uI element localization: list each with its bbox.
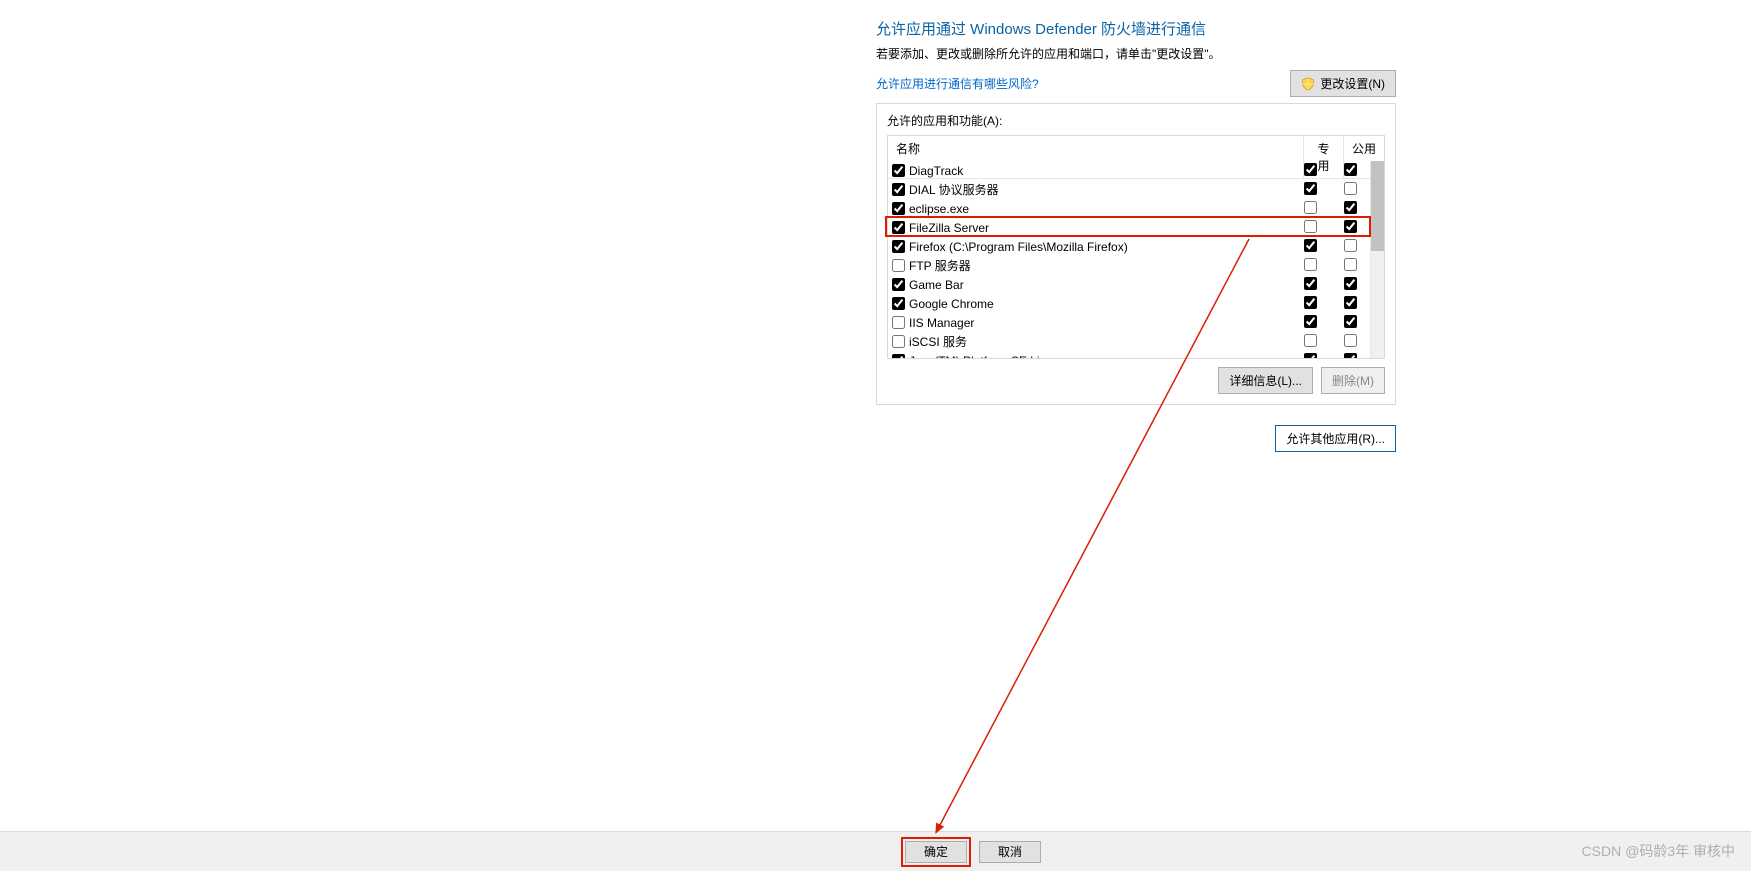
risk-link[interactable]: 允许应用进行通信有哪些风险? [876,75,1039,92]
row-enable-checkbox[interactable] [892,183,905,196]
scroll-thumb[interactable] [1371,161,1384,251]
change-settings-button[interactable]: 更改设置(N) [1290,70,1396,97]
row-private-checkbox[interactable] [1304,239,1317,252]
page-title: 允许应用通过 Windows Defender 防火墙进行通信 [876,18,1396,39]
table-row[interactable]: IIS Manager [888,313,1370,332]
row-public-checkbox[interactable] [1344,353,1357,359]
row-enable-checkbox[interactable] [892,316,905,329]
row-public-checkbox[interactable] [1344,258,1357,271]
row-name-label: DiagTrack [909,164,963,178]
content-area: 允许应用通过 Windows Defender 防火墙进行通信 若要添加、更改或… [355,0,1396,452]
row-enable-checkbox[interactable] [892,164,905,177]
allowed-apps-groupbox: 允许的应用和功能(A): 名称 专用 公用 DiagTrackDIAL 协议服务… [876,103,1396,405]
row-name-label: eclipse.exe [909,202,969,216]
table-row[interactable]: Java(TM) Platform SE binary [888,351,1370,358]
row-private-checkbox[interactable] [1304,353,1317,359]
row-public-checkbox[interactable] [1344,277,1357,290]
table-row[interactable]: FTP 服务器 [888,256,1370,275]
row-enable-checkbox[interactable] [892,221,905,234]
table-row[interactable]: Game Bar [888,275,1370,294]
row-private-checkbox[interactable] [1304,315,1317,328]
row-private-checkbox[interactable] [1304,277,1317,290]
row-private-checkbox[interactable] [1304,334,1317,347]
row-private-checkbox[interactable] [1304,201,1317,214]
allow-other-app-button[interactable]: 允许其他应用(R)... [1275,425,1396,452]
row-name-label: FTP 服务器 [909,257,971,274]
row-name-label: Google Chrome [909,297,994,311]
row-private-checkbox[interactable] [1304,258,1317,271]
row-enable-checkbox[interactable] [892,202,905,215]
row-public-checkbox[interactable] [1344,220,1357,233]
row-public-checkbox[interactable] [1344,296,1357,309]
ok-button[interactable]: 确定 [905,841,967,863]
row-enable-checkbox[interactable] [892,259,905,272]
row-enable-checkbox[interactable] [892,335,905,348]
row-public-checkbox[interactable] [1344,201,1357,214]
row-enable-checkbox[interactable] [892,297,905,310]
groupbox-label: 允许的应用和功能(A): [887,112,1385,129]
row-private-checkbox[interactable] [1304,220,1317,233]
change-settings-label: 更改设置(N) [1320,77,1385,91]
row-enable-checkbox[interactable] [892,240,905,253]
row-name-label: iSCSI 服务 [909,333,967,350]
row-enable-checkbox[interactable] [892,354,905,358]
table-row[interactable]: Google Chrome [888,294,1370,313]
shield-icon [1301,77,1315,91]
table-row[interactable]: FileZilla Server [888,218,1370,237]
row-private-checkbox[interactable] [1304,163,1317,176]
row-public-checkbox[interactable] [1344,182,1357,195]
remove-button: 删除(M) [1321,367,1385,394]
footer-bar: 确定 取消 [0,831,1751,871]
details-button[interactable]: 详细信息(L)... [1218,367,1313,394]
row-public-checkbox[interactable] [1344,315,1357,328]
row-public-checkbox[interactable] [1344,334,1357,347]
table-row[interactable]: DIAL 协议服务器 [888,180,1370,199]
page-subtitle: 若要添加、更改或删除所允许的应用和端口，请单击"更改设置"。 [876,45,1396,62]
row-name-label: DIAL 协议服务器 [909,181,999,198]
row-name-label: FileZilla Server [909,221,989,235]
row-name-label: Game Bar [909,278,964,292]
table-row[interactable]: eclipse.exe [888,199,1370,218]
row-public-checkbox[interactable] [1344,163,1357,176]
table-row[interactable]: Firefox (C:\Program Files\Mozilla Firefo… [888,237,1370,256]
row-public-checkbox[interactable] [1344,239,1357,252]
table-row[interactable]: DiagTrack [888,161,1370,180]
row-name-label: Java(TM) Platform SE binary [909,354,1063,359]
row-private-checkbox[interactable] [1304,296,1317,309]
row-private-checkbox[interactable] [1304,182,1317,195]
row-name-label: Firefox (C:\Program Files\Mozilla Firefo… [909,240,1128,254]
scrollbar[interactable] [1370,161,1384,358]
cancel-button[interactable]: 取消 [979,841,1041,863]
row-enable-checkbox[interactable] [892,278,905,291]
listview-body: DiagTrack DIAL 协议服务器 eclipse.exe FileZilla … [888,161,1370,358]
row-name-label: IIS Manager [909,316,974,330]
table-row[interactable]: iSCSI 服务 [888,332,1370,351]
apps-listview[interactable]: 名称 专用 公用 DiagTrackDIAL 协议服务器eclipse.exeF… [887,135,1385,359]
